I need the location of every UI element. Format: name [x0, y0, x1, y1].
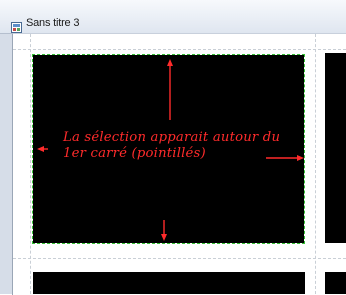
- app-window: Sans titre 3 La sélection apparait autou…: [0, 0, 346, 295]
- arrow-left-icon: [37, 146, 48, 152]
- arrow-down-icon: [161, 220, 167, 241]
- annotation-text: La sélection apparait autour du 1er carr…: [63, 130, 281, 161]
- arrow-up-icon: [167, 59, 173, 120]
